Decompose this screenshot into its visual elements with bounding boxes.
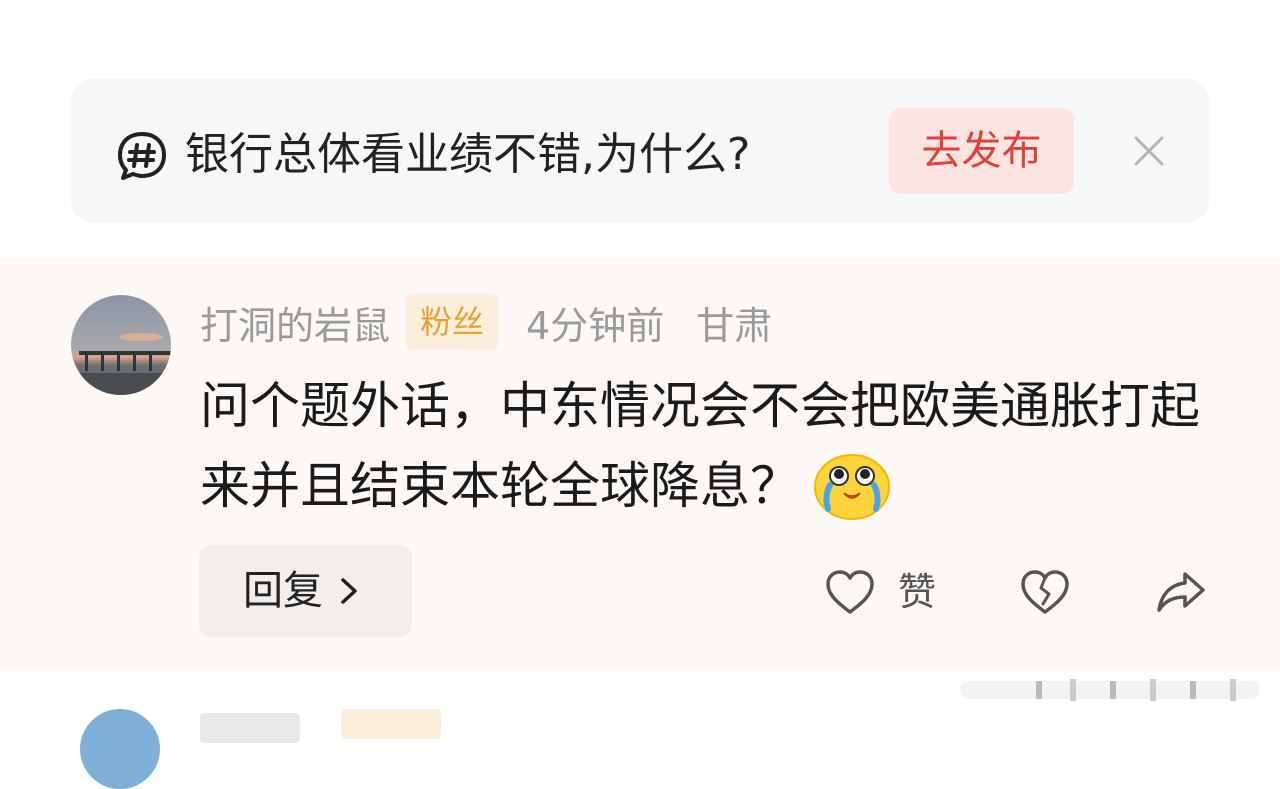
avatar[interactable] xyxy=(71,295,171,395)
badge-placeholder xyxy=(341,709,441,739)
reply-button[interactable]: 回复 xyxy=(199,545,412,637)
username[interactable]: 打洞的岩鼠 xyxy=(200,295,390,350)
chevron-right-icon xyxy=(341,578,357,604)
username-placeholder xyxy=(200,713,300,743)
topic-title: 银行总体看业绩不错,为什么? xyxy=(185,129,751,180)
fan-badge: 粉丝 xyxy=(406,294,499,350)
comment-text: 问个题外话，中东情况会不会把欧美通胀打起来并且结束本轮全球降息？ xyxy=(200,377,1200,515)
reply-label: 回复 xyxy=(243,568,323,614)
comment-text-container: 问个题外话，中东情况会不会把欧美通胀打起来并且结束本轮全球降息？ xyxy=(200,366,1210,526)
status-bars-icon xyxy=(960,679,1260,701)
close-icon[interactable] xyxy=(1133,135,1165,167)
crying-emoji xyxy=(814,454,890,520)
timestamp: 4分钟前 xyxy=(526,303,665,348)
heart-icon xyxy=(826,570,874,614)
like-label: 赞 xyxy=(898,570,937,614)
comment-meta: 打洞的岩鼠 粉丝 4分钟前 甘肃 xyxy=(200,292,772,352)
avatar[interactable] xyxy=(80,709,160,789)
share-icon[interactable] xyxy=(1155,568,1207,616)
broken-heart-icon[interactable] xyxy=(1019,568,1071,616)
location: 甘肃 xyxy=(696,303,773,348)
hashtag-bubble-icon xyxy=(118,132,166,180)
publish-button[interactable]: 去发布 xyxy=(889,108,1074,194)
comment-item: 打洞的岩鼠 粉丝 4分钟前 甘肃 问个题外话，中东情况会不会把欧美通胀打起来并且… xyxy=(0,258,1280,671)
topic-bar: 银行总体看业绩不错,为什么? 去发布 xyxy=(71,79,1209,223)
